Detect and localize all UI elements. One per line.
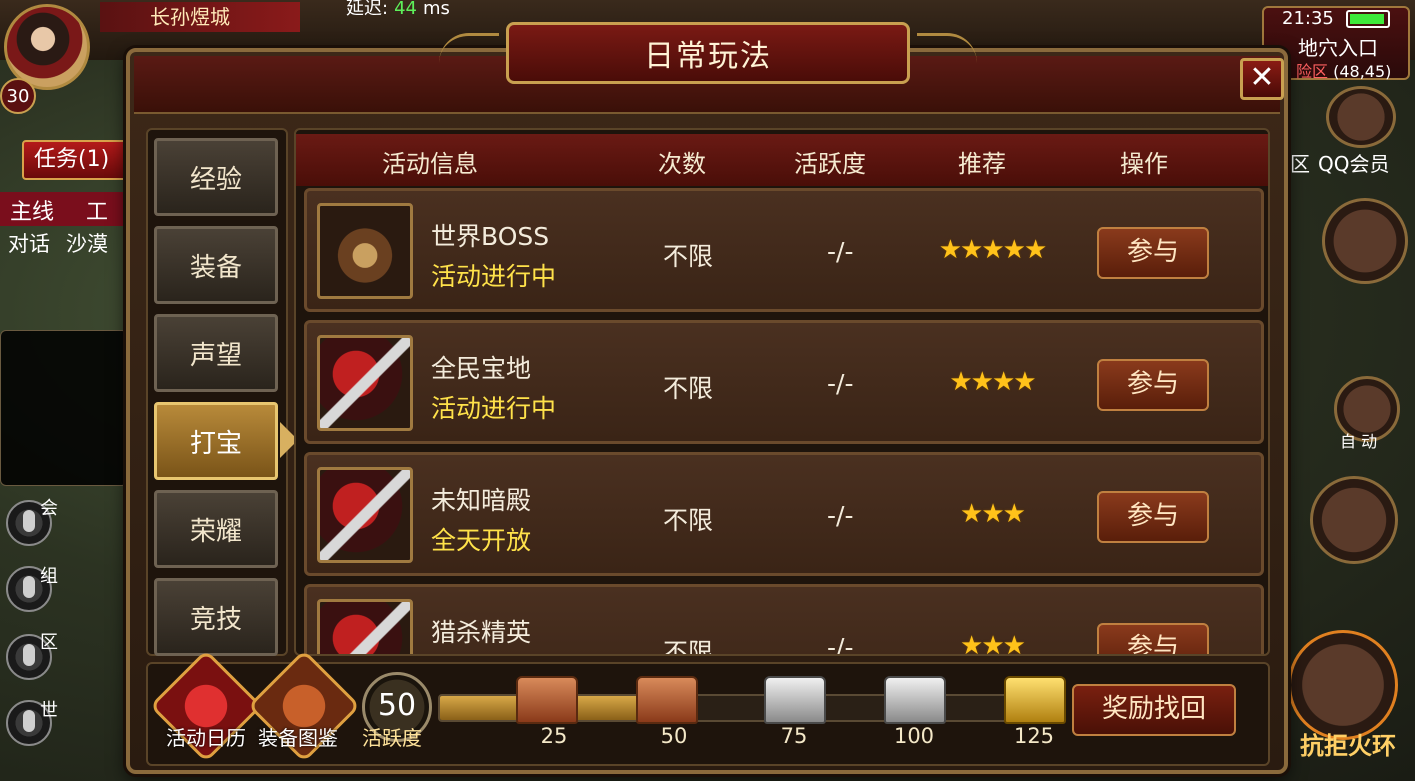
activity-points: -/- (827, 369, 854, 398)
latency-value: 44 (394, 0, 417, 19)
qq-vip-icon[interactable] (1326, 86, 1396, 148)
player-level-badge: 30 (0, 78, 36, 114)
activity-points: -/- (827, 501, 854, 530)
reward-recover-button[interactable]: 奖励找回 (1072, 684, 1236, 736)
quest-tab-work[interactable]: 工 (86, 194, 108, 226)
treasure-sword-icon (317, 467, 413, 563)
chest-threshold: 75 (780, 724, 808, 748)
silver-chest-icon[interactable] (764, 676, 826, 724)
tab-equipment[interactable]: 装备 (154, 226, 278, 304)
header-activity: 活跃度 (794, 150, 866, 178)
activity-table: 活动信息 次数 活跃度 推荐 操作 世界BOSS 活动进行中 不限 -/- ★★… (294, 128, 1270, 656)
compass-icon[interactable] (1322, 198, 1408, 284)
table-row: 未知暗殿 全天开放 不限 -/- ★★★ 参与 (304, 452, 1264, 576)
latency-label: 延迟: (346, 0, 389, 19)
header-recommend: 推荐 (958, 150, 1006, 178)
activity-count: 不限 (663, 638, 714, 656)
boss-box-icon (317, 203, 413, 299)
recommend-stars-icon: ★★★★ (949, 367, 1036, 397)
auto-battle-label: 自 动 (1340, 432, 1378, 451)
task-tab[interactable]: 任务(1) (22, 140, 132, 180)
chat-tab-desert[interactable]: 沙漠 (66, 232, 108, 256)
activity-name: 世界BOSS (431, 222, 550, 251)
activity-name: 全民宝地 (431, 354, 532, 383)
activity-points: -/- (827, 237, 854, 266)
header-action: 操作 (1120, 150, 1168, 178)
equipment-gallery-label[interactable]: 装备图鉴 (258, 722, 338, 751)
join-button[interactable]: 参与 (1097, 491, 1209, 543)
chest-threshold: 100 (893, 724, 935, 748)
activity-status: 全天开放 (431, 526, 532, 555)
map-coords-value: (48,45) (1333, 62, 1392, 81)
chest-threshold: 25 (540, 724, 568, 748)
activity-points: -/- (827, 633, 854, 656)
tab-treasure-hunt[interactable]: 打宝 (154, 402, 278, 480)
tab-experience[interactable]: 经验 (154, 138, 278, 216)
join-button[interactable]: 参与 (1097, 227, 1209, 279)
mic-label-world: 世 (40, 700, 58, 721)
recommend-stars-icon: ★★★ (960, 499, 1026, 529)
activity-name: 猎杀精英 (431, 618, 532, 647)
mic-label-team: 组 (40, 566, 58, 587)
quest-tab-main[interactable]: 主线 (10, 194, 54, 226)
latency-readout: 延迟: 44 ms (346, 0, 450, 20)
activity-count: 不限 (663, 506, 714, 535)
bronze-chest-icon[interactable] (516, 676, 578, 724)
map-name: 地穴入口 (1298, 36, 1378, 60)
mic-label-zone: 区 (40, 632, 58, 653)
zone-label: 区 (1290, 152, 1310, 176)
chat-tab-dialog[interactable]: 对话 (8, 232, 50, 256)
join-button[interactable]: 参与 (1097, 623, 1209, 654)
chest-threshold: 50 (660, 724, 688, 748)
treasure-sword-icon (317, 599, 413, 654)
chest-threshold: 125 (1013, 724, 1055, 748)
mic-label-guild: 会 (40, 498, 58, 519)
tab-arena[interactable]: 竞技 (154, 578, 278, 656)
gold-chest-icon[interactable] (1004, 676, 1066, 724)
silver-chest-icon[interactable] (884, 676, 946, 724)
activity-points-label: 活跃度 (362, 726, 422, 750)
player-name: 长孙煜城 (100, 2, 300, 32)
qq-vip-label: QQ会员 (1318, 152, 1390, 176)
join-button[interactable]: 参与 (1097, 359, 1209, 411)
activity-count: 不限 (663, 242, 714, 271)
fire-ring-skill-icon[interactable] (1288, 630, 1398, 740)
map-coordinates: 险区 (48,45) (1296, 58, 1391, 82)
chat-channel-tabs: 对话 沙漠 (8, 228, 124, 258)
activity-count: 不限 (663, 374, 714, 403)
clock: 21:35 (1282, 8, 1334, 29)
header-info: 活动信息 (382, 150, 478, 178)
chat-box[interactable] (0, 330, 128, 486)
activity-calendar-label[interactable]: 活动日历 (166, 722, 246, 751)
recommend-stars-icon: ★★★★★ (938, 235, 1048, 265)
bronze-chest-icon[interactable] (636, 676, 698, 724)
tab-honor[interactable]: 荣耀 (154, 490, 278, 568)
table-row: 全民宝地 活动进行中 不限 -/- ★★★★ 参与 (304, 320, 1264, 444)
quest-tabs: 主线 工 (0, 192, 130, 226)
close-button[interactable]: ✕ (1240, 58, 1284, 100)
map-zone: 险区 (1296, 62, 1329, 81)
recommend-stars-icon: ★★★ (960, 631, 1026, 656)
table-row: 猎杀精英 不限 -/- ★★★ 参与 (304, 584, 1264, 656)
tab-reputation[interactable]: 声望 (154, 314, 278, 392)
latency-unit: ms (422, 0, 450, 19)
fire-ring-skill-label: 抗拒火环 (1300, 732, 1396, 760)
table-header: 活动信息 次数 活跃度 推荐 操作 (296, 134, 1268, 186)
activity-status: 活动进行中 (431, 394, 557, 423)
header-count: 次数 (658, 150, 706, 178)
battery-icon (1346, 10, 1390, 28)
activity-status: 活动进行中 (431, 262, 557, 291)
table-row: 世界BOSS 活动进行中 不限 -/- ★★★★★ 参与 (304, 188, 1264, 312)
skill-slot-icon[interactable] (1310, 476, 1398, 564)
activity-name: 未知暗殿 (431, 486, 532, 515)
treasure-sword-icon (317, 335, 413, 431)
dialog-title: 日常玩法 (439, 22, 977, 84)
